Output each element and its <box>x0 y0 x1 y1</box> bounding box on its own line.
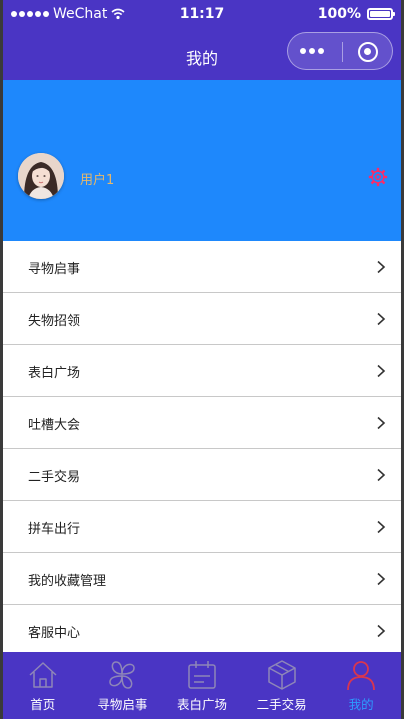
menu-item-label: 表白广场 <box>28 366 81 381</box>
menu-item-lost-notice[interactable]: 寻物启事 <box>3 241 401 293</box>
tab-label: 表白广场 <box>176 697 227 712</box>
tab-confession-square[interactable]: 表白广场 <box>162 652 242 719</box>
chevron-right-icon <box>377 468 386 482</box>
more-options-icon[interactable] <box>300 48 324 54</box>
tab-bar: 首页 寻物启事 表白广场 二手交易 我的 <box>3 652 401 719</box>
home-icon <box>26 658 60 692</box>
menu-item-found-items[interactable]: 失物招领 <box>3 293 401 345</box>
battery-icon <box>367 8 395 20</box>
box-icon <box>265 658 299 692</box>
mobile-screen: WeChat 11:17 100% 我的 用户1 寻物启事 失物招领 表白广场 … <box>3 0 401 719</box>
avatar-image <box>18 153 64 199</box>
menu-item-second-hand[interactable]: 二手交易 <box>3 449 401 501</box>
menu-item-label: 客服中心 <box>28 626 81 641</box>
tab-label: 我的 <box>348 697 374 712</box>
username: 用户1 <box>80 173 115 188</box>
menu-item-carpool[interactable]: 拼车出行 <box>3 501 401 553</box>
menu-item-favorites[interactable]: 我的收藏管理 <box>3 553 401 605</box>
avatar[interactable] <box>18 153 64 199</box>
nav-bar: 我的 <box>3 30 401 80</box>
mini-program-capsule <box>287 32 393 70</box>
tab-home[interactable]: 首页 <box>3 652 83 719</box>
status-bar: WeChat 11:17 100% <box>3 0 401 30</box>
tab-label: 二手交易 <box>256 697 307 712</box>
menu-item-customer-service[interactable]: 客服中心 <box>3 605 401 657</box>
gear-icon[interactable] <box>367 166 389 188</box>
clover-icon <box>105 658 139 692</box>
chevron-right-icon <box>377 260 386 274</box>
close-mini-program-icon[interactable] <box>358 42 378 62</box>
menu-item-label: 拼车出行 <box>28 522 81 537</box>
chevron-right-icon <box>377 624 386 638</box>
user-icon <box>344 658 378 692</box>
tab-label: 首页 <box>30 697 56 712</box>
menu-list: 寻物启事 失物招领 表白广场 吐槽大会 二手交易 拼车出行 我的收藏管理 客服中… <box>3 241 401 657</box>
capsule-divider <box>342 42 343 62</box>
chevron-right-icon <box>377 364 386 378</box>
chevron-right-icon <box>377 520 386 534</box>
menu-item-complaints[interactable]: 吐槽大会 <box>3 397 401 449</box>
chevron-right-icon <box>377 312 386 326</box>
tab-second-hand[interactable]: 二手交易 <box>242 652 322 719</box>
menu-item-label: 我的收藏管理 <box>28 574 107 589</box>
menu-item-label: 二手交易 <box>28 470 81 485</box>
menu-item-label: 失物招领 <box>28 314 81 329</box>
chevron-right-icon <box>377 416 386 430</box>
menu-item-label: 寻物启事 <box>28 262 81 277</box>
profile-header: 用户1 <box>3 80 401 241</box>
calendar-icon <box>185 658 219 692</box>
tab-lost-notice[interactable]: 寻物启事 <box>83 652 163 719</box>
battery-percent: 100% <box>317 6 361 22</box>
menu-item-confession-square[interactable]: 表白广场 <box>3 345 401 397</box>
menu-item-label: 吐槽大会 <box>28 418 81 433</box>
tab-label: 寻物启事 <box>97 697 148 712</box>
chevron-right-icon <box>377 572 386 586</box>
tab-mine[interactable]: 我的 <box>321 652 401 719</box>
